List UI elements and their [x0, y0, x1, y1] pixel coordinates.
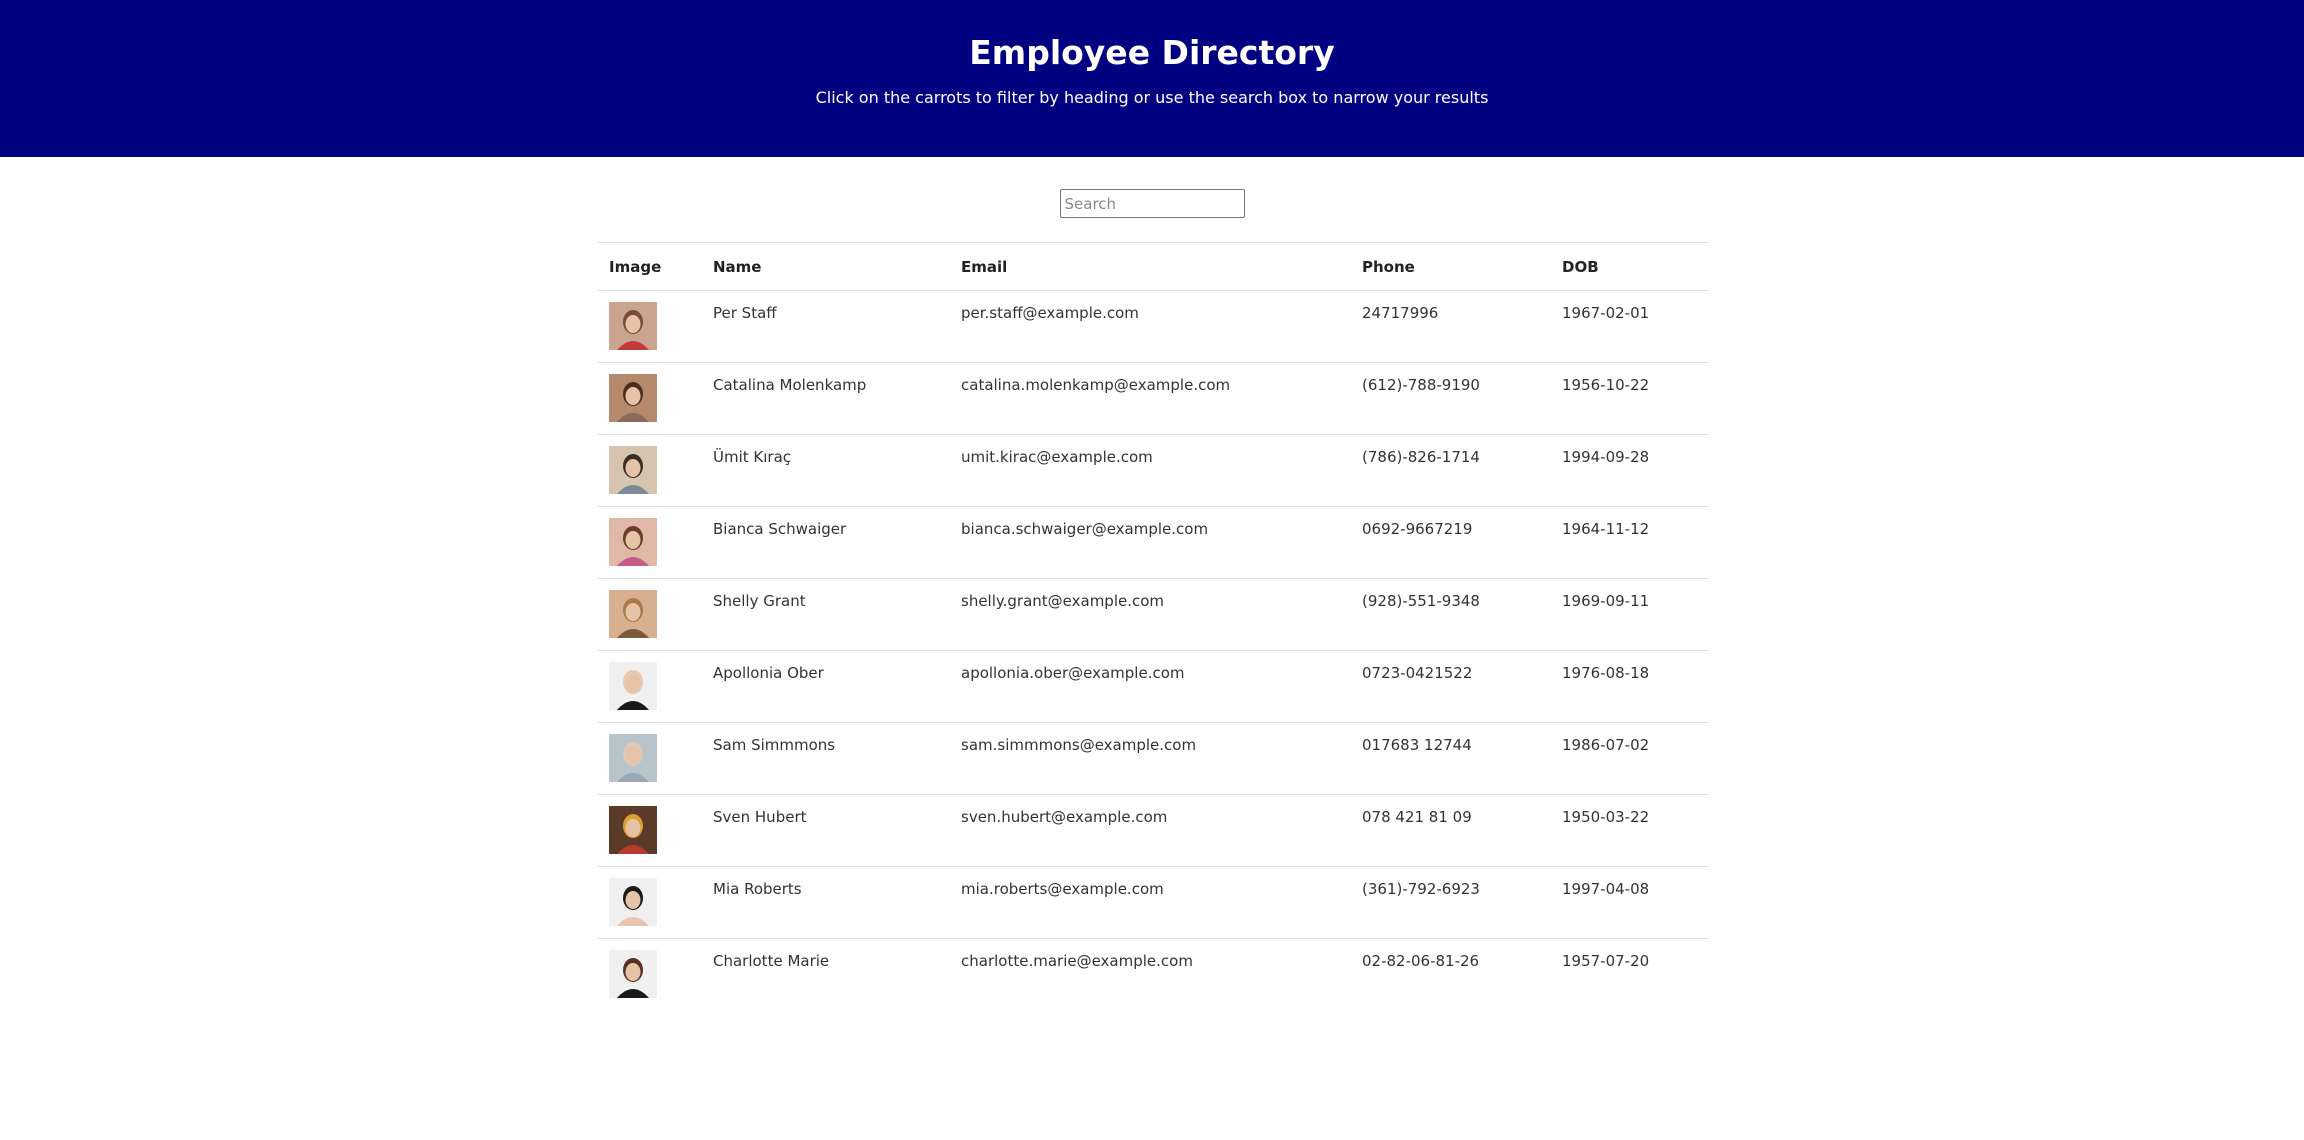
image-cell [598, 939, 702, 1011]
phone-cell: (361)-792-6923 [1351, 866, 1551, 939]
search-input[interactable] [1059, 189, 1245, 218]
email-cell: per.staff@example.com [950, 290, 1351, 363]
dob-cell: 1969-09-11 [1551, 578, 1709, 651]
phone-cell: (612)-788-9190 [1351, 362, 1551, 435]
table-row: Sam Simmmons sam.simmmons@example.com 0176… [598, 722, 1709, 795]
dob-cell: 1994-09-28 [1551, 434, 1709, 507]
column-header-email[interactable]: Email [950, 242, 1351, 291]
dob-cell: 1950-03-22 [1551, 794, 1709, 867]
table-row: Mia Roberts mia.roberts@example.com (361)-… [598, 866, 1709, 939]
dob-cell: 1997-04-08 [1551, 866, 1709, 939]
avatar-icon [609, 446, 657, 494]
column-header-image[interactable]: Image [598, 242, 702, 291]
avatar-icon [609, 734, 657, 782]
image-cell [598, 362, 702, 435]
image-cell [598, 866, 702, 939]
avatar-icon [609, 302, 657, 350]
table-row: Charlotte Marie charlotte.marie@example.c… [598, 939, 1709, 1011]
avatar-icon [609, 590, 657, 638]
name-cell: Mia Roberts [702, 866, 950, 939]
page-title: Employee Directory [969, 33, 1335, 72]
name-cell: Shelly Grant [702, 578, 950, 651]
table-header-row: Image Name Email Phone DOB [598, 242, 1709, 291]
table-row: Shelly Grant shelly.grant@example.com (928… [598, 578, 1709, 651]
image-cell [598, 290, 702, 363]
phone-cell: 078 421 81 09 [1351, 794, 1551, 867]
phone-cell: 017683 12744 [1351, 722, 1551, 795]
image-cell [598, 722, 702, 795]
name-cell: Sven Hubert [702, 794, 950, 867]
name-cell: Ümit Kıraç [702, 434, 950, 507]
table-row: Apollonia Ober apollonia.ober@example.com… [598, 650, 1709, 723]
phone-cell: 0692-9667219 [1351, 506, 1551, 579]
table-row: Catalina Molenkamp catalina.molenkamp@exa… [598, 362, 1709, 435]
table-row: Ümit Kıraç umit.kirac@example.com (786)-82… [598, 434, 1709, 507]
name-cell: Charlotte Marie [713, 952, 830, 970]
phone-cell: 24717996 [1351, 290, 1551, 363]
email-cell: shelly.grant@example.com [950, 578, 1351, 651]
dob-cell: 1956-10-22 [1551, 362, 1709, 435]
image-cell [598, 434, 702, 507]
dob-cell: 1976-08-18 [1551, 650, 1709, 723]
image-cell [598, 650, 702, 723]
image-cell [598, 794, 702, 867]
avatar-icon [609, 518, 657, 566]
email-cell: sven.hubert@example.com [950, 794, 1351, 867]
avatar-icon [609, 950, 657, 998]
page-header: Employee Directory Click on the carrots … [0, 0, 2304, 157]
email-cell: mia.roberts@example.com [950, 866, 1351, 939]
table-row: Sven Hubert sven.hubert@example.com 078 42… [598, 794, 1709, 867]
avatar-icon [609, 662, 657, 710]
phone-cell: 02-82-06-81-26 [1362, 952, 1480, 970]
name-cell: Bianca Schwaiger [702, 506, 950, 579]
employee-table: Image Name Email Phone DOB Per Staff per.… [598, 242, 1709, 1011]
avatar-icon [609, 806, 657, 854]
name-cell: Catalina Molenkamp [702, 362, 950, 435]
column-header-phone[interactable]: Phone [1351, 242, 1551, 291]
name-cell: Sam Simmmons [702, 722, 950, 795]
column-header-dob[interactable]: DOB [1551, 242, 1709, 291]
table-row: Per Staff per.staff@example.com 24717996 19… [598, 290, 1709, 363]
phone-cell: (928)-551-9348 [1351, 578, 1551, 651]
employee-table-container: Image Name Email Phone DOB Per Staff per.… [598, 242, 1709, 1011]
name-cell: Per Staff [702, 290, 950, 363]
dob-cell: 1967-02-01 [1551, 290, 1709, 363]
email-cell: catalina.molenkamp@example.com [950, 362, 1351, 435]
phone-cell: (786)-826-1714 [1351, 434, 1551, 507]
table-body: Per Staff per.staff@example.com 24717996 19… [598, 290, 1709, 1011]
search-container [0, 157, 2304, 220]
email-cell: apollonia.ober@example.com [950, 650, 1351, 723]
email-cell: sam.simmmons@example.com [950, 722, 1351, 795]
email-cell: bianca.schwaiger@example.com [950, 506, 1351, 579]
phone-cell: 0723-0421522 [1351, 650, 1551, 723]
page-subtitle: Click on the carrots to filter by headin… [815, 88, 1489, 107]
name-cell: Apollonia Ober [702, 650, 950, 723]
dob-cell: 1986-07-02 [1551, 722, 1709, 795]
dob-cell: 1957-07-20 [1562, 952, 1650, 970]
table-row: Bianca Schwaiger bianca.schwaiger@example… [598, 506, 1709, 579]
dob-cell: 1964-11-12 [1551, 506, 1709, 579]
avatar-icon [609, 374, 657, 422]
avatar-icon [609, 878, 657, 926]
column-header-name[interactable]: Name [702, 242, 950, 291]
email-cell: charlotte.marie@example.com [961, 952, 1193, 970]
email-cell: umit.kirac@example.com [950, 434, 1351, 507]
image-cell [598, 578, 702, 651]
image-cell [598, 506, 702, 579]
